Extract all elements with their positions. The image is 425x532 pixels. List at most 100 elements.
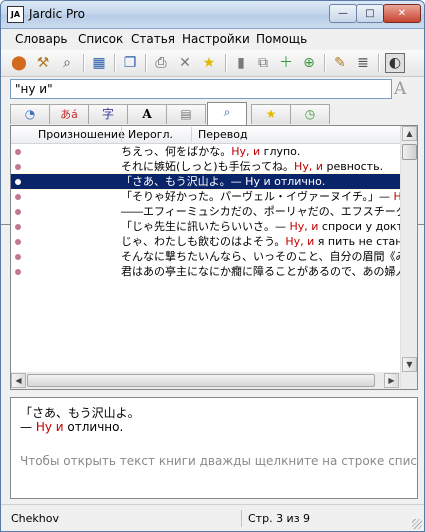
dictionary-stack-icon[interactable]: ▦ (89, 53, 109, 73)
row-text: 君はあの亭主になにか癇に障ることがあるので、あの婦人… (121, 264, 400, 279)
broom-icon[interactable]: ⚒ (33, 53, 53, 73)
tab-favorites[interactable]: ★ (251, 104, 291, 124)
row-text: そんなに撃ちたいんなら、いっそのこと、自分の眉間《みけん》… (121, 249, 400, 264)
row-bullet-icon (15, 149, 21, 155)
row-text-japanese: ――エフィーミュシカだの、ポーリャだの、エフスチーグネイだの… (121, 205, 400, 218)
toolbar-separator (378, 54, 380, 72)
tab-kanji[interactable]: 字 (88, 104, 128, 124)
tab-book-search[interactable]: ⌕ (207, 102, 247, 125)
preview-highlight: Ну и (35, 420, 64, 434)
preview-translation-rest: отлично. (63, 420, 124, 434)
row-bullet-icon (15, 164, 21, 170)
vertical-scrollbar[interactable]: ▲ ▼ (400, 126, 417, 389)
tab-document[interactable]: ▤ (166, 104, 206, 124)
tab-bar: ◔ あá 字 A ▤ ⌕ ★ ◷ (1, 102, 424, 225)
search-font-icon[interactable]: A (394, 79, 406, 99)
maximize-button[interactable]: □ (356, 4, 384, 23)
preview-hint: Чтобы открыть текст книги дважды щелкнит… (20, 454, 418, 468)
list-item[interactable]: 「そりゃ好かった。パーヴェル・イヴァーヌイチ。」— Ну, и славно (11, 189, 400, 204)
column-header-pronunciation[interactable]: Произношение (38, 128, 125, 141)
row-text-translation: спроси у доктора (321, 220, 400, 233)
row-bullet-icon (15, 209, 21, 215)
copy-doc-icon[interactable]: ▮ (231, 53, 251, 73)
row-bullet-icon (15, 239, 21, 245)
menu-settings[interactable]: Настройки (182, 32, 250, 46)
menu-bar: Словарь Список Статья Настройки Помощь (1, 29, 424, 49)
scroll-left-button[interactable]: ◀ (11, 373, 26, 388)
row-text-japanese: 「さあ、もう沢山よ。— (121, 175, 246, 188)
print-icon[interactable]: ⎙ (151, 53, 171, 73)
scroll-up-button[interactable]: ▲ (402, 126, 417, 141)
menu-help[interactable]: Помощь (256, 32, 307, 46)
menu-dictionary[interactable]: Словарь (15, 32, 68, 46)
row-bullet-icon (15, 194, 21, 200)
add-page-icon[interactable]: ⊕ (299, 53, 319, 73)
list-item[interactable]: そんなに撃ちたいんなら、いっそのこと、自分の眉間《みけん》… (11, 249, 400, 264)
title-bar[interactable]: JA Jardic Pro — □ ✕ (1, 1, 424, 29)
list-item[interactable]: ちえっ、何をばかな。Ну, и глупо. (11, 144, 400, 159)
edit-note-icon[interactable]: ✎ (330, 53, 350, 73)
pin-icon[interactable]: ⬤ (9, 53, 29, 73)
status-page: Стр. 3 из 9 (241, 510, 398, 527)
horizontal-scroll-thumb[interactable] (27, 374, 375, 387)
list-item[interactable]: じゃ、わたしも飲むのはよそう。Ну, и я пить не стану. (11, 234, 400, 249)
toolbar: ⬤ ⚒ ⌕ ▦ ❐ ⎙ ✕ ★ ▮ ⧉ ＋ ⊕ ✎ ≣ ◐ (1, 50, 424, 77)
book-icon[interactable]: ❐ (120, 53, 140, 73)
copy-pages-icon[interactable]: ⧉ (253, 53, 273, 73)
column-header-translation[interactable]: Перевод (198, 128, 248, 141)
list-item[interactable]: 「じゃ先生に訊いたらいいさ。— Ну, и спроси у доктора (11, 219, 400, 234)
row-text: 「じゃ先生に訊いたらいいさ。— Ну, и спроси у доктора (121, 219, 400, 234)
status-page-text: Стр. 3 из 9 (248, 512, 311, 525)
minimize-button[interactable]: — (329, 4, 357, 23)
status-bar: Chekhov Стр. 3 из 9 (1, 504, 424, 531)
notes-list-icon[interactable]: ≣ (353, 53, 373, 73)
resize-grip[interactable] (412, 519, 422, 529)
row-text: ちえっ、何をばかな。Ну, и глупо. (121, 144, 300, 159)
row-text: じゃ、わたしも飲むのはよそう。Ну, и я пить не стану. (121, 234, 400, 249)
row-text: 「さあ、もう沢山よ。— Ну и отлично. (121, 174, 325, 189)
favorite-star-icon[interactable]: ★ (199, 53, 219, 73)
tab-history[interactable]: ◷ (290, 104, 330, 124)
list-item[interactable]: 「さあ、もう沢山よ。— Ну и отлично. (11, 173, 401, 190)
window-title: Jardic Pro (29, 7, 86, 21)
column-header-kanji[interactable]: Иерогл. (128, 128, 173, 141)
preview-translation-line: — Ну и отлично. (20, 420, 123, 434)
tab-font[interactable]: A (127, 104, 167, 124)
tab-kana[interactable]: あá (49, 104, 89, 124)
status-source: Chekhov (11, 512, 60, 525)
row-text-translation: глупо. (260, 145, 301, 158)
magnifier-doc-icon[interactable]: ⌕ (57, 53, 77, 73)
results-list[interactable]: Произношение Иерогл. Перевод ちえっ、何をばかな。Н… (10, 125, 418, 390)
article-preview[interactable]: 「さあ、もう沢山よ。 — Ну и отлично. Чтобы открыть… (10, 397, 418, 499)
clipboard-monitor-icon[interactable]: ◐ (385, 53, 405, 73)
menu-list[interactable]: Список (78, 32, 123, 46)
row-text-japanese: それに嫉妬(しっと)も手伝ってね。 (121, 160, 295, 173)
column-divider[interactable] (121, 127, 122, 142)
search-row: "ну и" A (1, 77, 424, 101)
scroll-thumb[interactable] (402, 144, 417, 160)
list-item[interactable]: それに嫉妬(しっと)も手伝ってね。Ну, и ревность. (11, 159, 400, 174)
horizontal-scrollbar[interactable]: ◀ ▶ (11, 372, 400, 389)
scroll-right-button[interactable]: ▶ (384, 373, 399, 388)
row-text-japanese: そんなに撃ちたいんなら、いっそのこと、自分の眉間《みけん》… (121, 250, 400, 263)
row-text: 「そりゃ好かった。パーヴェル・イヴァーヌイチ。」— Ну, и славно (121, 189, 400, 204)
preview-dash: — (20, 420, 36, 434)
row-text-highlight: Ну, и (294, 160, 323, 173)
app-window: JA Jardic Pro — □ ✕ Словарь Список Стать… (0, 0, 425, 532)
search-input[interactable]: "ну и" (10, 79, 392, 99)
menu-article[interactable]: Статья (131, 32, 175, 46)
row-bullet-icon (15, 179, 21, 185)
list-item[interactable]: ――エフィーミュシカだの、ポーリャだの、エフスチーグネイだの… (11, 204, 400, 219)
column-divider[interactable] (191, 127, 192, 142)
close-button[interactable]: ✕ (383, 4, 421, 23)
add-doc-icon[interactable]: ＋ (276, 53, 296, 73)
toolbar-separator (114, 54, 116, 72)
toolbar-separator (225, 54, 227, 72)
delete-icon[interactable]: ✕ (175, 53, 195, 73)
row-text-japanese: 君はあの亭主になにか癇に障ることがあるので、あの婦人… (121, 265, 400, 278)
scroll-down-button[interactable]: ▼ (402, 357, 417, 372)
list-item[interactable]: 君はあの亭主になにか癇に障ることがあるので、あの婦人… (11, 264, 400, 279)
preview-japanese-line: 「さあ、もう沢山よ。 (20, 406, 140, 420)
app-logo-icon[interactable]: JA (7, 6, 24, 23)
tab-chat[interactable]: ◔ (10, 104, 50, 124)
